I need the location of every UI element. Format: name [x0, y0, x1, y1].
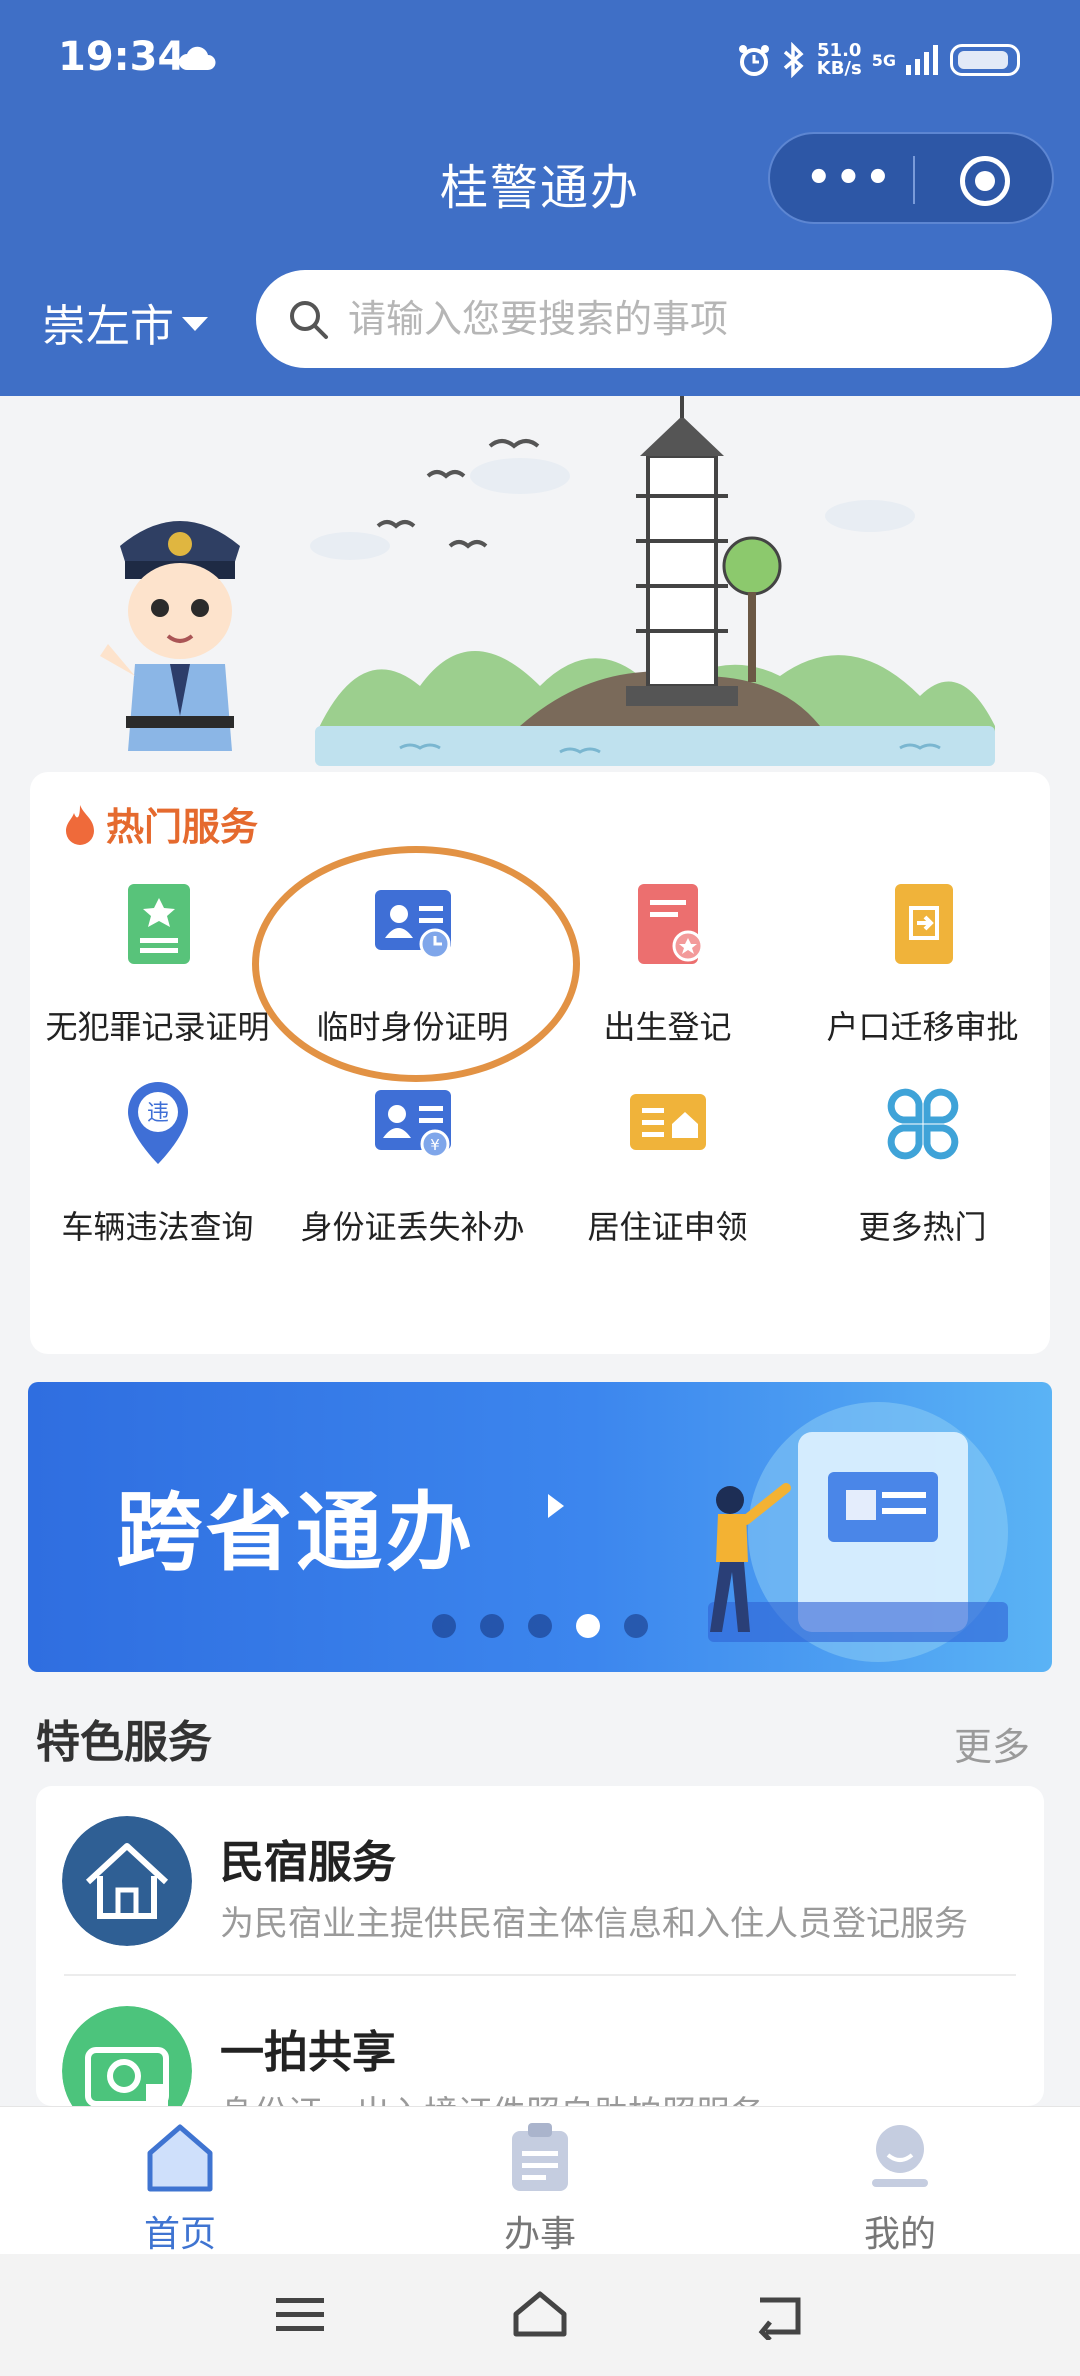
carousel-dot[interactable] [624, 1614, 648, 1638]
city-label: 崇左市 [42, 301, 174, 352]
hot-services-title: 热门服务 [106, 805, 259, 849]
mini-program-capsule: ••• [768, 132, 1054, 224]
hero-illustration [0, 396, 1080, 776]
city-selector[interactable]: 崇左市 [42, 290, 208, 354]
search-input[interactable] [348, 297, 988, 341]
tab-label: 首页 [143, 2214, 216, 2255]
more-grid-icon [887, 1088, 958, 1160]
service-temporary-id[interactable]: 临时身份证明 [285, 874, 540, 1048]
caret-down-icon [182, 317, 208, 331]
flame-icon [66, 804, 94, 845]
status-bar: 19:34 51.0 KB/s 5G [0, 0, 1080, 110]
service-label: 无犯罪记录证明 [45, 1008, 270, 1046]
alarm-icon [738, 45, 769, 76]
featured-item-name: 一拍共享 [220, 2027, 396, 2078]
signal-icon [906, 45, 938, 75]
carousel-dot[interactable] [432, 1614, 456, 1638]
hot-services-header: 热门服务 [62, 796, 258, 851]
promo-title: 跨省通办 [116, 1483, 476, 1583]
violation-pin-icon: 违 [127, 1082, 188, 1164]
residence-permit-icon [629, 1094, 706, 1150]
service-residence-permit[interactable]: 居住证申领 [540, 1074, 795, 1248]
back-icon[interactable] [750, 2290, 810, 2340]
system-navigation-bar [0, 2254, 1080, 2376]
certificate-icon [127, 884, 190, 964]
carousel-dots[interactable] [432, 1614, 648, 1638]
cloud-icon [179, 46, 216, 70]
menu-icon[interactable] [270, 2290, 330, 2340]
capsule-divider [913, 156, 915, 204]
promo-banner[interactable]: 跨省通办 [28, 1382, 1052, 1672]
carousel-dot-active[interactable] [576, 1614, 600, 1638]
app-header: 19:34 51.0 KB/s 5G 桂警通办 ••• 崇左市 请输入您要搜索的… [0, 0, 1080, 396]
featured-more-link[interactable]: 更多 [954, 1716, 1030, 1771]
search-icon [290, 301, 328, 339]
search-bar[interactable] [256, 270, 1052, 368]
service-label: 居住证申领 [587, 1208, 748, 1246]
promo-arrow-icon [548, 1494, 564, 1518]
close-mini-program-button[interactable] [960, 156, 1010, 206]
featured-services-title: 特色服务 [36, 1717, 212, 1768]
hot-services-card: 热门服务 无犯罪记录证明 临时身份证明 出生登记 户口迁移审批 违 车辆违法查询… [30, 772, 1050, 1354]
svg-text:违: 违 [146, 1101, 168, 1126]
promo-illustration [708, 1402, 1008, 1662]
net-speed: 51.0 KB/s [816, 40, 862, 79]
bottom-tab-bar: 首页 办事 我的 [0, 2106, 1080, 2257]
service-label: 更多热门 [858, 1208, 987, 1246]
tab-label: 我的 [863, 2214, 936, 2255]
service-label: 户口迁移审批 [826, 1008, 1019, 1046]
featured-item-homestay[interactable]: 民宿服务 为民宿业主提供民宿主体信息和入住人员登记服务 [36, 1786, 1044, 1976]
id-card-clock-icon [374, 890, 451, 960]
status-time: 19:34 [58, 34, 186, 80]
service-no-criminal-record[interactable]: 无犯罪记录证明 [30, 874, 285, 1048]
id-card-replace-icon: ¥ [374, 1090, 451, 1159]
bluetooth-icon [783, 42, 804, 78]
service-label: 临时身份证明 [316, 1008, 509, 1046]
service-label: 出生登记 [603, 1008, 732, 1046]
service-more-hot[interactable]: 更多热门 [795, 1074, 1050, 1248]
featured-item-name: 民宿服务 [220, 1837, 396, 1888]
user-icon [872, 2125, 928, 2187]
clipboard-icon [512, 2123, 568, 2191]
migration-icon [894, 884, 953, 964]
carousel-dot[interactable] [528, 1614, 552, 1638]
status-icons: 51.0 KB/s 5G [737, 40, 1020, 80]
tab-profile[interactable]: 我的 [800, 2117, 1000, 2257]
network-type: 5G [871, 50, 896, 70]
featured-item-desc: 身份证、出入境证件照自助拍照服务 [220, 2086, 764, 2106]
camera-icon [62, 2006, 192, 2106]
svg-text:¥: ¥ [430, 1136, 440, 1154]
carousel-dot[interactable] [480, 1614, 504, 1638]
service-label: 身份证丢失补办 [300, 1208, 525, 1246]
more-menu-button[interactable]: ••• [806, 158, 895, 198]
service-label: 车辆违法查询 [61, 1208, 254, 1246]
service-birth-register[interactable]: 出生登记 [540, 874, 795, 1048]
featured-item-desc: 为民宿业主提供民宿主体信息和入住人员登记服务 [220, 1904, 968, 1944]
featured-item-photo-share[interactable]: 一拍共享 身份证、出入境证件照自助拍照服务 [36, 1976, 1044, 2106]
house-icon [62, 1816, 192, 1946]
tab-services[interactable]: 办事 [440, 2117, 640, 2257]
featured-services-card: 民宿服务 为民宿业主提供民宿主体信息和入住人员登记服务 一拍共享 身份证、出入境… [36, 1786, 1044, 2106]
battery-icon [950, 44, 1020, 76]
service-vehicle-violation[interactable]: 违 车辆违法查询 [30, 1074, 285, 1248]
home-icon [147, 2124, 213, 2192]
service-household-migration[interactable]: 户口迁移审批 [795, 874, 1050, 1048]
home-outline-icon[interactable] [510, 2290, 570, 2340]
tab-label: 办事 [503, 2214, 576, 2255]
birth-register-icon [637, 884, 703, 964]
service-id-replacement[interactable]: ¥ 身份证丢失补办 [285, 1074, 540, 1248]
tab-home[interactable]: 首页 [80, 2117, 280, 2257]
